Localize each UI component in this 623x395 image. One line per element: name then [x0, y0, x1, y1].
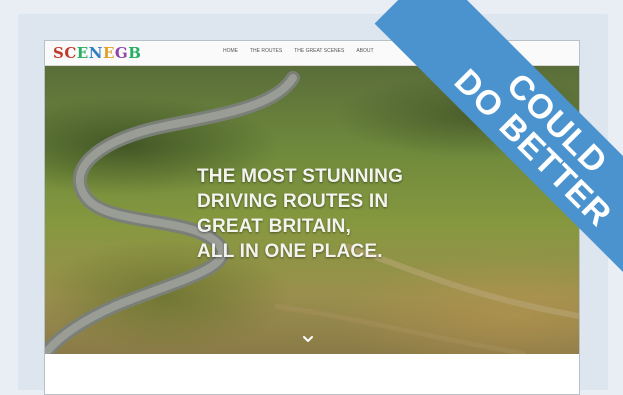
headline-line: DRIVING ROUTES IN: [197, 191, 389, 212]
nav-item-home[interactable]: Home: [223, 48, 238, 54]
logo-letter: G: [114, 44, 129, 62]
logo-letter: S: [53, 44, 65, 62]
page-content-area: [45, 354, 579, 394]
headline-line: GREAT BRITAIN,: [197, 216, 352, 237]
logo-letter: C: [64, 44, 77, 62]
headline-line: THE MOST STUNNING: [197, 166, 404, 187]
nav-item-routes[interactable]: The Routes: [250, 48, 282, 54]
logo-letter: B: [128, 44, 142, 62]
nav-item-scenes[interactable]: The Great Scenes: [294, 48, 344, 54]
headline-line: ALL IN ONE PLACE.: [197, 241, 383, 262]
hero-headline: THE MOST STUNNING DRIVING ROUTES IN GREA…: [197, 164, 403, 264]
nav-item-about[interactable]: About: [356, 48, 373, 54]
logo-letter: E: [76, 44, 89, 62]
chevron-down-icon[interactable]: [303, 334, 313, 344]
logo-letter: E: [102, 44, 115, 62]
logo-letter: N: [88, 44, 103, 62]
site-logo[interactable]: SCENEGB: [53, 44, 141, 62]
nav-menu: Home The Routes The Great Scenes About: [223, 48, 374, 54]
